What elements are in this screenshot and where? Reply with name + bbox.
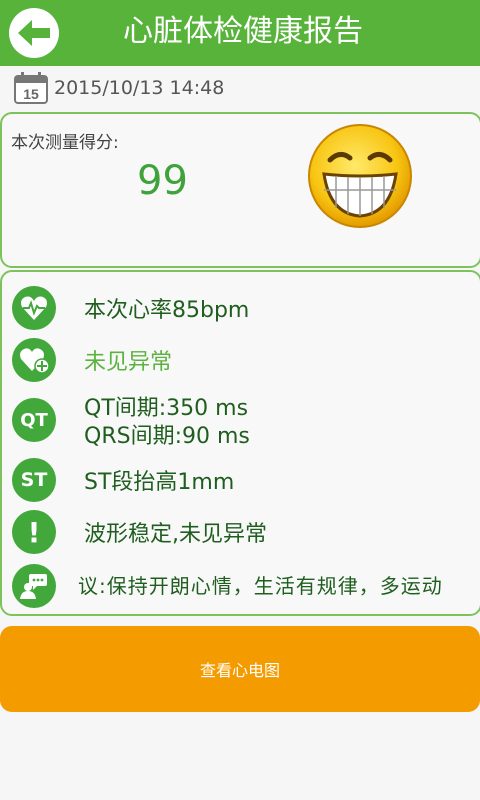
waveform-row: ! 波形稳定,未见异常 bbox=[2, 504, 480, 556]
advisor-chat-icon bbox=[12, 564, 56, 608]
status-text: 未见异常 bbox=[84, 350, 173, 375]
intervals-row: QT QT间期:350 ms QRS间期:90 ms bbox=[2, 388, 480, 452]
svg-text:15: 15 bbox=[23, 86, 39, 102]
page-title: 心脏体检健康报告 bbox=[123, 14, 363, 49]
app-header: 心脏体检健康报告 bbox=[0, 0, 480, 66]
waveform-text: 波形稳定,未见异常 bbox=[84, 522, 267, 547]
st-row: ST ST段抬高1mm bbox=[2, 452, 480, 504]
advice-row: 议:保持开朗心情，生活有规律，多运动 bbox=[2, 558, 480, 610]
st-text: ST段抬高1mm bbox=[84, 470, 235, 495]
calendar-icon: 15 bbox=[14, 72, 48, 104]
qrs-interval-text: QRS间期:90 ms bbox=[84, 424, 250, 449]
st-icon: ST bbox=[12, 458, 56, 502]
advice-text: 议:保持开朗心情，生活有规律，多运动 bbox=[78, 574, 443, 598]
exclamation-icon: ! bbox=[12, 510, 56, 554]
advice-marquee: 议:保持开朗心情，生活有规律，多运动 bbox=[78, 566, 480, 602]
score-value: 99 bbox=[137, 158, 188, 204]
qt-icon: QT bbox=[12, 398, 56, 442]
score-label: 本次测量得分: bbox=[11, 133, 119, 153]
report-datetime: 2015/10/13 14:48 bbox=[54, 77, 225, 99]
status-row: 未见异常 bbox=[2, 332, 480, 384]
score-card: 本次测量得分: 99 bbox=[0, 112, 480, 268]
heart-rate-text: 本次心率85bpm bbox=[84, 298, 250, 323]
view-ecg-button[interactable]: 查看心电图 bbox=[0, 626, 480, 712]
heart-rate-row: 本次心率85bpm bbox=[2, 280, 480, 332]
grinning-face-icon bbox=[308, 124, 412, 228]
details-card: 本次心率85bpm 未见异常 QT QT间期:350 ms QRS间期:90 m… bbox=[0, 270, 480, 616]
heart-plus-icon bbox=[12, 338, 56, 382]
heart-rate-icon bbox=[12, 286, 56, 330]
